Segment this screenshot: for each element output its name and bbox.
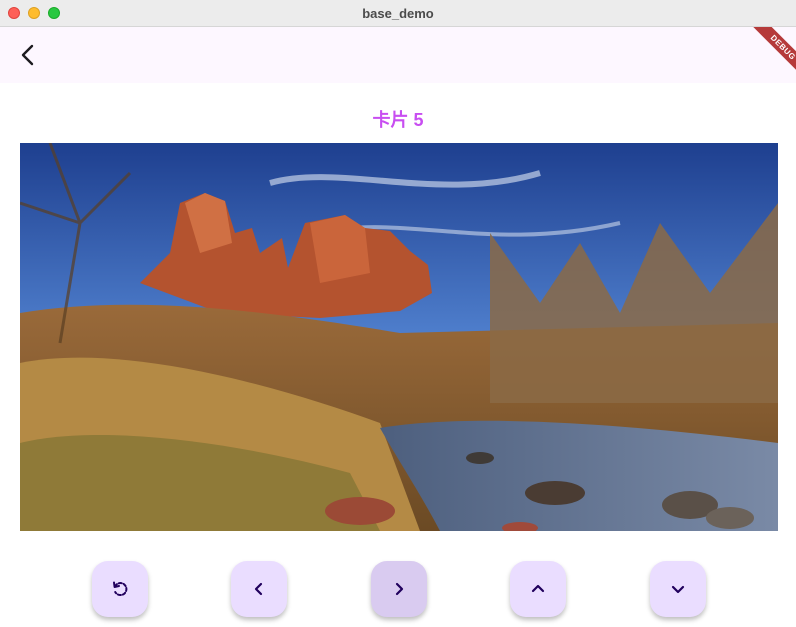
arrow-back-icon: [21, 44, 34, 66]
chevron-up-icon: [531, 584, 545, 593]
card-title: 卡片 5: [372, 110, 424, 130]
landscape-photo: [20, 143, 778, 531]
app-bar: [0, 27, 796, 83]
previous-button[interactable]: [231, 561, 287, 617]
move-down-button[interactable]: [650, 561, 706, 617]
move-up-button[interactable]: [510, 561, 566, 617]
chevron-left-icon: [254, 582, 263, 596]
chevron-right-icon: [395, 582, 404, 596]
debug-banner-label: DEBUG: [750, 27, 796, 81]
back-button[interactable]: [14, 40, 44, 70]
window-titlebar: base_demo: [0, 0, 796, 27]
next-button[interactable]: [371, 561, 427, 617]
debug-banner: DEBUG: [740, 27, 796, 83]
chevron-down-icon: [671, 585, 685, 594]
reset-button[interactable]: [92, 561, 148, 617]
window-title: base_demo: [362, 6, 434, 21]
refresh-icon: [113, 581, 128, 597]
